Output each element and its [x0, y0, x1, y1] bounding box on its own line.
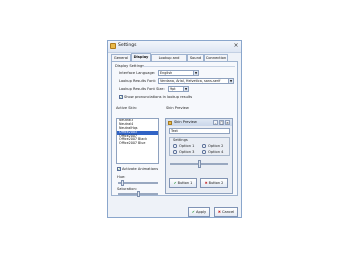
skin-preview-label: Skin Preview [166, 106, 189, 110]
tab-connection[interactable]: Connection [204, 54, 228, 61]
close-button[interactable]: × [232, 42, 240, 50]
results-font-label: Lookup Results Font: [119, 79, 157, 83]
list-item[interactable]: Office2007 Blue [117, 141, 158, 146]
interface-language-select[interactable]: English ▼ [158, 70, 199, 76]
hue-slider-thumb[interactable] [120, 180, 124, 186]
preview-button-2[interactable]: ✖ Button 2 [200, 178, 228, 188]
cancel-label: Cancel [221, 210, 235, 214]
preview-button-1[interactable]: ✔ Button 1 [169, 178, 197, 188]
tab-sound[interactable]: Sound [187, 54, 204, 61]
preview-title: Skin Preview [174, 120, 197, 124]
preview-text-value: Text [171, 129, 178, 133]
skin-preview-window: Skin Preview – □ × Text Settings Option … [165, 118, 233, 194]
hue-slider[interactable] [118, 182, 158, 184]
button-1-label: Button 1 [177, 181, 193, 185]
option-1-radio[interactable] [173, 144, 177, 148]
apply-label: Apply [196, 210, 207, 214]
saturation-slider-thumb[interactable] [136, 191, 140, 197]
tab-general[interactable]: General [111, 54, 131, 61]
preview-app-icon [168, 120, 172, 125]
option-1-label: Option 1 [179, 144, 195, 148]
display-settings-group-title: Display Settings [115, 64, 145, 68]
hue-label: Hue: [117, 175, 126, 179]
x-icon: ✖ [217, 210, 221, 214]
chevron-down-icon: ▼ [193, 71, 198, 75]
results-font-select[interactable]: Verdana, Arial, Helvetica, sans-serif ▼ [158, 78, 234, 84]
settings-window: Settings × General Display Lookup and Ca… [107, 40, 242, 218]
activate-animations-label: Activate Animations [122, 167, 159, 171]
preview-text-field[interactable]: Text [169, 128, 230, 134]
option-4-label: Option 4 [208, 150, 224, 154]
option-2-label: Option 2 [208, 144, 224, 148]
title-bar[interactable]: Settings × [108, 41, 241, 53]
x-icon: ✖ [204, 181, 208, 185]
preview-settings-label: Settings [173, 138, 188, 142]
window-title: Settings [118, 43, 137, 48]
option-4-radio[interactable] [202, 150, 206, 154]
check-icon: ✔ [173, 181, 177, 185]
check-icon: ✔ [191, 210, 195, 214]
show-pronunciations-checkbox[interactable]: ✓ [119, 95, 123, 99]
results-font-value: Verdana, Arial, Helvetica, sans-serif [160, 79, 221, 83]
saturation-label: Saturation: [117, 187, 137, 191]
font-size-label: Lookup Results Font Size: [119, 87, 165, 91]
interface-language-value: English [160, 71, 173, 75]
activate-animations-checkbox[interactable]: ✓ [117, 167, 121, 171]
font-size-select[interactable]: 9pt ▼ [168, 86, 189, 92]
group-divider [142, 66, 235, 67]
cancel-button[interactable]: ✖ Cancel [214, 207, 238, 217]
show-pronunciations-label: Show pronunciations in lookup results [124, 95, 193, 99]
maximize-icon[interactable]: □ [219, 120, 224, 125]
option-3-label: Option 3 [179, 150, 195, 154]
font-size-value: 9pt [170, 87, 176, 91]
preview-settings-group: Settings Option 1 Option 2 Option 3 Opti… [169, 137, 230, 156]
interface-language-label: Interface Language: [119, 71, 156, 75]
app-icon [110, 43, 116, 49]
tab-display[interactable]: Display [131, 53, 151, 61]
tab-lookup-capture[interactable]: Lookup and Capture [151, 54, 187, 66]
apply-button[interactable]: ✔ Apply [188, 207, 210, 217]
minimize-icon[interactable]: – [213, 120, 218, 125]
option-3-radio[interactable] [173, 150, 177, 154]
button-2-label: Button 2 [208, 181, 224, 185]
skins-list[interactable]: Neutral3 Neutral4 NeutralHqs Office2003 … [116, 118, 159, 164]
option-2-radio[interactable] [202, 144, 206, 148]
close-icon[interactable]: × [225, 120, 230, 125]
active-skin-label: Active Skin: [116, 106, 138, 110]
preview-slider-thumb[interactable] [197, 160, 201, 168]
chevron-down-icon: ▼ [183, 87, 188, 91]
chevron-down-icon: ▼ [228, 79, 233, 83]
